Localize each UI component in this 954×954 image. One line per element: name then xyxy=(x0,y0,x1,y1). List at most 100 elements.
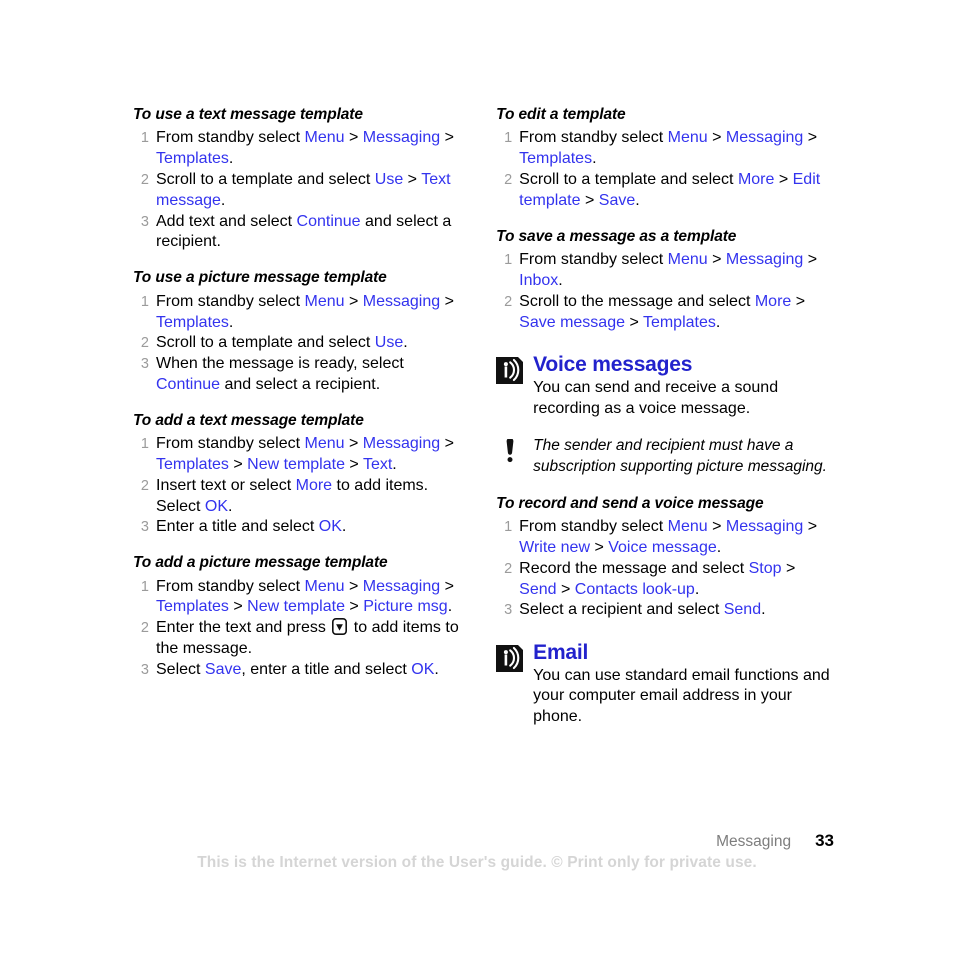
step-text: > xyxy=(707,129,726,147)
step-text: Insert text or select xyxy=(156,476,296,494)
menu-path-item: Continue xyxy=(296,212,361,230)
procedure-step: 2 Scroll to a template and select Use > T… xyxy=(133,170,463,212)
step-text: Enter the text and press xyxy=(156,619,331,637)
procedure-step: 2 Scroll to a template and select More > … xyxy=(496,170,833,212)
procedure: To add a picture message template 1 From s… xyxy=(133,552,463,680)
step-number: 2 xyxy=(504,560,513,577)
step-text: > xyxy=(625,313,643,331)
step-text: . xyxy=(761,601,766,619)
menu-path-item: New template xyxy=(247,598,345,616)
step-text: Scroll to a template and select xyxy=(156,334,375,352)
step-text: > xyxy=(781,559,796,577)
menu-path-item: Text xyxy=(362,455,393,473)
step-text: > xyxy=(590,538,609,556)
procedure-step: 1 From standby select Menu > Messaging > … xyxy=(496,517,833,559)
menu-path-item: Messaging xyxy=(362,292,441,310)
procedure-step: 2 Record the message and select Stop > Se… xyxy=(496,559,833,601)
step-text: From standby select xyxy=(156,292,305,310)
menu-path-item: Send xyxy=(519,580,557,598)
step-text: . xyxy=(558,271,563,289)
step-number: 2 xyxy=(140,620,149,637)
menu-path-item: OK xyxy=(318,518,342,536)
procedure-step: 2 Enter the text and press to add items t… xyxy=(133,618,463,660)
procedure-step: 1 From standby select Menu > Messaging > … xyxy=(133,434,463,476)
step-number: 1 xyxy=(140,293,149,310)
menu-path-item: OK xyxy=(411,660,435,678)
procedure-steps: 1 From standby select Menu > Messaging > … xyxy=(496,128,833,211)
procedure-step: 3 When the message is ready, select Conti… xyxy=(133,354,463,396)
menu-path-item: New template xyxy=(247,455,345,473)
step-number: 3 xyxy=(140,213,149,230)
step-text: > xyxy=(803,518,818,536)
procedure-steps: 1 From standby select Menu > Messaging > … xyxy=(133,292,463,396)
procedure-step: 3 Enter a title and select OK. xyxy=(133,517,463,538)
network-service-icon xyxy=(496,357,524,385)
menu-path-item: Save xyxy=(204,660,242,678)
step-text: . xyxy=(447,598,453,616)
menu-path-item: Save xyxy=(598,191,636,209)
menu-path-item: Continue xyxy=(156,375,221,393)
step-text: > xyxy=(440,292,454,310)
procedure-title: To save a message as a template xyxy=(496,227,737,245)
procedure-steps: 1 From standby select Menu > Messaging > … xyxy=(133,434,463,538)
note-text: The sender and recipient must have a sub… xyxy=(533,437,827,475)
menu-path-item: Contacts look-up xyxy=(574,580,695,598)
step-text: From standby select xyxy=(519,129,668,147)
step-text: > xyxy=(440,435,454,453)
procedure-steps: 1 From standby select Menu > Messaging > … xyxy=(496,250,833,333)
step-number: 2 xyxy=(140,477,149,494)
step-text: From standby select xyxy=(519,251,668,269)
step-text: Scroll to a template and select xyxy=(156,171,375,189)
step-text: Select a recipient and select xyxy=(519,601,724,619)
step-text: > xyxy=(403,171,422,189)
footer-chapter-name: Messaging xyxy=(716,833,792,850)
step-text: . xyxy=(228,150,234,168)
step-text: Enter a title and select xyxy=(156,518,319,536)
procedure-title: To record and send a voice message xyxy=(496,494,764,512)
section-body: You can send and receive a sound recordi… xyxy=(533,378,779,417)
menu-path-item: Use xyxy=(374,171,404,189)
step-text: Scroll to the message and select xyxy=(519,292,755,310)
menu-path-item: OK xyxy=(204,497,229,515)
procedure-steps: 1 From standby select Menu > Messaging > … xyxy=(133,128,463,253)
menu-path-item: Menu xyxy=(667,251,708,269)
step-text: When the message is ready, select xyxy=(156,355,404,373)
two-column-body: To use a text message template 1 From stan… xyxy=(133,104,833,728)
step-text: . xyxy=(392,455,397,473)
procedure: To use a text message template 1 From stan… xyxy=(133,104,463,253)
menu-path-item: Inbox xyxy=(519,271,559,289)
procedure-steps: 1 From standby select Menu > Messaging > … xyxy=(496,517,833,621)
left-column: To use a text message template 1 From stan… xyxy=(133,104,463,681)
procedure-step: 1 From standby select Menu > Messaging > … xyxy=(496,250,833,292)
step-number: 2 xyxy=(140,335,149,352)
step-number: 1 xyxy=(504,519,513,536)
menu-path-item: More xyxy=(295,476,333,494)
step-text: > xyxy=(344,129,363,147)
step-text: > xyxy=(344,577,363,595)
exclamation-icon xyxy=(505,438,515,463)
voice-procedure: To record and send a voice message 1 From … xyxy=(496,493,833,621)
step-text: . xyxy=(694,580,700,598)
procedure-step: 3 Select Save, enter a title and select O… xyxy=(133,660,463,681)
step-text: From standby select xyxy=(156,435,305,453)
procedure-step: 3 Add text and select Continue and select… xyxy=(133,212,463,254)
procedure-step: 3 Select a recipient and select Send. xyxy=(496,600,833,621)
section-body: You can use standard email functions and… xyxy=(533,666,830,726)
step-text: , enter a title and select xyxy=(241,660,412,678)
step-number: 3 xyxy=(140,519,149,536)
right-top-procedures: To edit a template 1 From standby select M… xyxy=(496,104,833,333)
right-column: To edit a template 1 From standby select M… xyxy=(496,104,833,728)
procedure-title: To add a text message template xyxy=(133,411,364,429)
step-number: 1 xyxy=(140,578,149,595)
step-text: > xyxy=(344,292,363,310)
step-number: 3 xyxy=(140,356,149,373)
step-text: > xyxy=(791,292,806,310)
menu-path-item: Messaging xyxy=(725,251,804,269)
menu-path-item: Menu xyxy=(304,129,345,147)
menu-path-item: Templates xyxy=(156,150,229,168)
procedure-step: 1 From standby select Menu > Messaging > … xyxy=(133,128,463,170)
menu-path-item: Messaging xyxy=(362,577,441,595)
footer-watermark: This is the Internet version of the User… xyxy=(197,854,757,871)
procedure-title: To edit a template xyxy=(496,106,626,123)
step-text: . xyxy=(228,497,233,515)
